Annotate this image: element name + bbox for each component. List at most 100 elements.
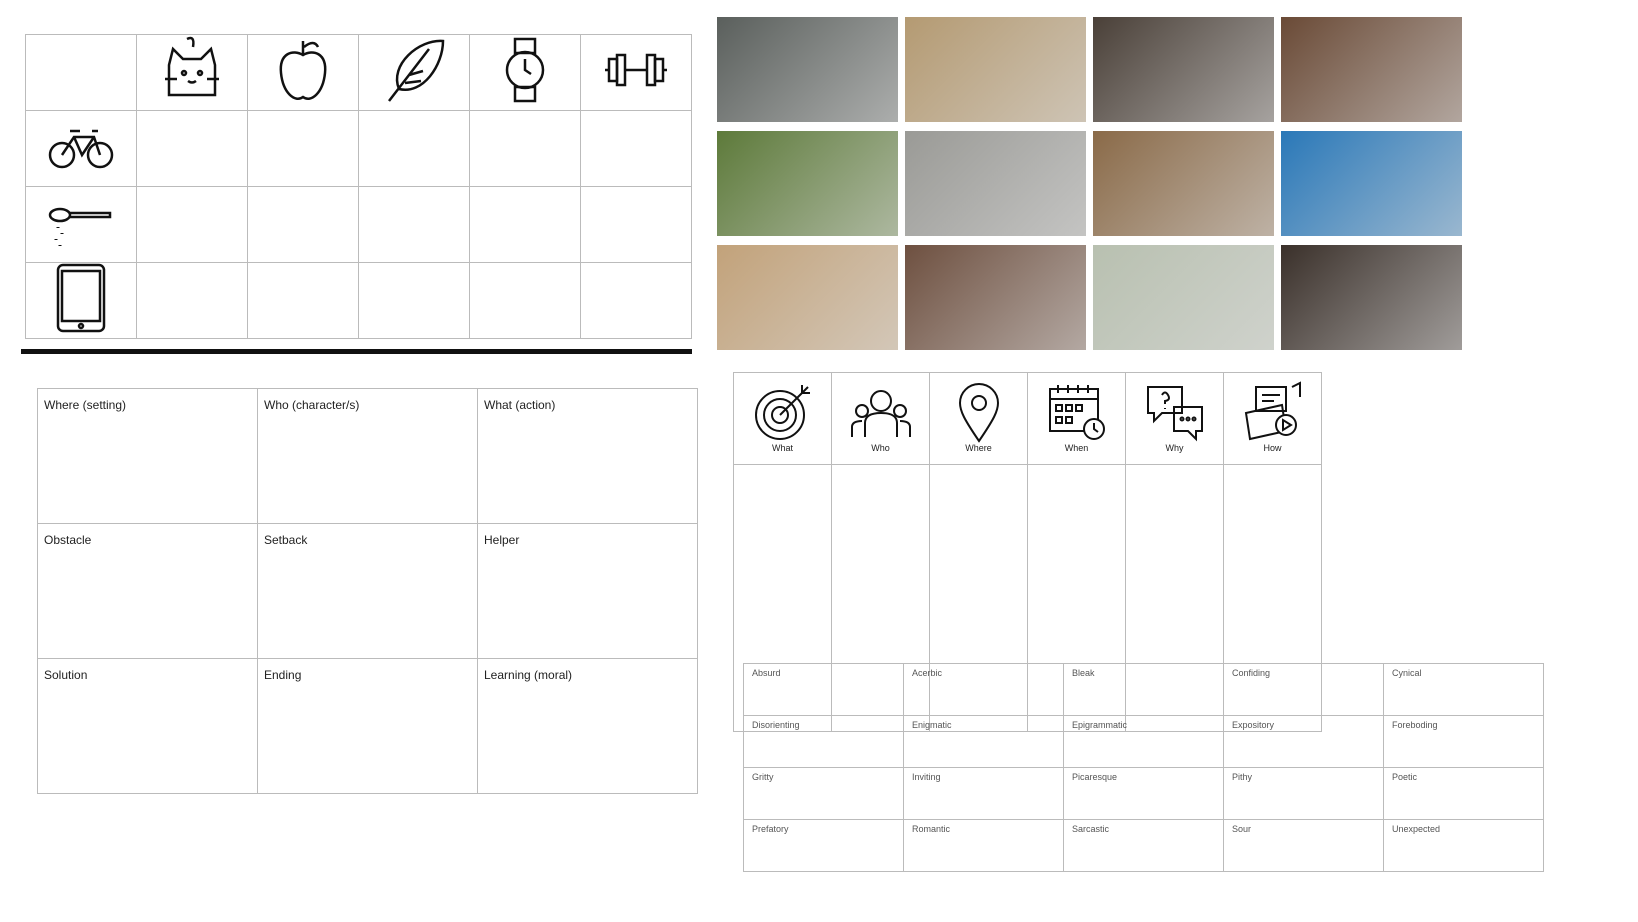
story-cell: Where (setting): [37, 388, 258, 524]
header-who: Who: [831, 372, 930, 465]
word-cell: Cynical: [1383, 663, 1544, 716]
story-cell: Setback: [257, 523, 478, 659]
word-label: Pithy: [1232, 772, 1253, 782]
bicycle-icon: [48, 129, 114, 169]
apple-icon: [279, 41, 327, 100]
tablet-icon: [56, 263, 106, 333]
typewriter-photo: [905, 131, 1086, 236]
word-cell: Poetic: [1383, 767, 1544, 820]
word-label: Disorienting: [752, 720, 800, 730]
cell-label: Solution: [44, 668, 88, 682]
word-label: Expository: [1232, 720, 1275, 730]
word-cell: Sarcastic: [1063, 819, 1224, 872]
header-label: When: [1064, 443, 1089, 453]
story-cell: Helper: [477, 523, 698, 659]
word-cell: Gritty: [743, 767, 904, 820]
header-label: Why: [1165, 443, 1184, 453]
word-cell: Unexpected: [1383, 819, 1544, 872]
media-icon: [1244, 381, 1301, 441]
word-label: Foreboding: [1392, 720, 1438, 730]
word-label: Picaresque: [1072, 772, 1118, 782]
word-label: Confiding: [1232, 668, 1271, 678]
map-pin-icon: [958, 383, 999, 443]
tone-words-table: Absurd Acerbic Bleak Confiding Cynical Disori…: [743, 663, 1544, 872]
header-label: What: [771, 443, 793, 453]
header-label: Who: [871, 443, 890, 453]
story-cell: Solution: [37, 658, 258, 794]
word-label: Romantic: [912, 824, 951, 834]
header-where: Where: [929, 372, 1028, 465]
word-label: Prefatory: [752, 824, 789, 834]
cell-label: Who (character/s): [264, 398, 360, 412]
dumbbell-icon: [605, 53, 667, 87]
icon-grid: [25, 34, 692, 339]
header-how: How: [1223, 372, 1322, 465]
lab-flask-photo: [1093, 245, 1274, 350]
divider: [21, 349, 692, 354]
cell-label: Where (setting): [44, 398, 127, 412]
word-cell: Absurd: [743, 663, 904, 716]
word-cell: Bleak: [1063, 663, 1224, 716]
calendar-clock-icon: [1048, 385, 1105, 440]
header-what: What: [733, 372, 832, 465]
word-cell: Acerbic: [903, 663, 1064, 716]
story-cell: Learning (moral): [477, 658, 698, 794]
word-label: Gritty: [752, 772, 774, 782]
word-label: Sour: [1232, 824, 1252, 834]
target-icon: [754, 385, 810, 440]
cell: [136, 34, 248, 111]
cell: [469, 34, 581, 111]
scrabble-tiles-photo: [717, 245, 898, 350]
word-cell: Epigrammatic: [1063, 715, 1224, 768]
cell-label: Learning (moral): [484, 668, 573, 682]
word-cell: Sour: [1223, 819, 1384, 872]
watch-icon: [505, 37, 545, 103]
word-label: Absurd: [752, 668, 781, 678]
question-chat-icon: [1146, 386, 1203, 442]
story-cell: Who (character/s): [257, 388, 478, 524]
word-cell: Confiding: [1223, 663, 1384, 716]
word-label: Enigmatic: [912, 720, 952, 730]
header-when: When: [1027, 372, 1126, 465]
jellyfish-photo: [1281, 131, 1462, 236]
word-cell: Inviting: [903, 767, 1064, 820]
sleeping-dog-photo: [905, 17, 1086, 122]
empty-corner-cell: [25, 34, 137, 111]
word-label: Cynical: [1392, 668, 1422, 678]
story-cell: Obstacle: [37, 523, 258, 659]
aerial-houses-photo: [717, 131, 898, 236]
word-cell: Enigmatic: [903, 715, 1064, 768]
spoon-icon: [48, 207, 112, 246]
word-label: Poetic: [1392, 772, 1418, 782]
word-label: Inviting: [912, 772, 941, 782]
cookie-dough-photo: [905, 245, 1086, 350]
people-icon: [850, 390, 911, 437]
row-header-cell: [25, 186, 137, 263]
header-why: Why: [1125, 372, 1224, 465]
word-cell: Picaresque: [1063, 767, 1224, 820]
word-cell: Expository: [1223, 715, 1384, 768]
word-cell: Disorienting: [743, 715, 904, 768]
story-planner-table: Where (setting) Who (character/s) What (ac…: [37, 388, 698, 794]
row-header-cell: [25, 262, 137, 339]
cat-icon: [165, 36, 219, 97]
word-label: Unexpected: [1392, 824, 1441, 834]
word-cell: Pithy: [1223, 767, 1384, 820]
cell-label: Ending: [264, 668, 302, 682]
cell-label: Setback: [264, 533, 308, 547]
cell: [358, 34, 470, 111]
paint-palette-photo: [1281, 17, 1462, 122]
piano-sheet-music-photo: [1281, 245, 1462, 350]
row-header-cell: [25, 110, 137, 187]
cell-label: Obstacle: [44, 533, 92, 547]
chalkboard-photo: [717, 17, 898, 122]
word-cell: Romantic: [903, 819, 1064, 872]
story-cell: Ending: [257, 658, 478, 794]
header-label: Where: [965, 443, 992, 453]
globe-photo: [1093, 131, 1274, 236]
soil-photo: [1093, 17, 1274, 122]
cell-label: Helper: [484, 533, 520, 547]
cell-label: What (action): [484, 398, 556, 412]
feather-icon: [388, 39, 445, 102]
word-cell: Foreboding: [1383, 715, 1544, 768]
